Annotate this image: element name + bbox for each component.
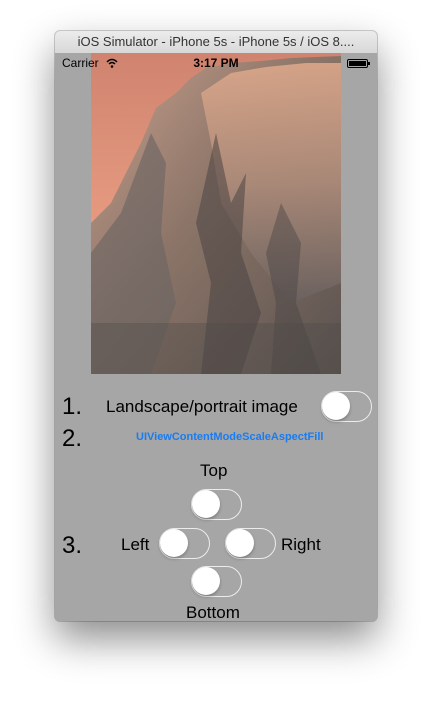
content-mode-link[interactable]: UIViewContentModeScaleAspectFill [136,431,323,443]
top-label: Top [200,461,228,480]
toggle-knob [160,529,188,557]
orientation-toggle[interactable] [321,391,372,422]
mountain-photo [91,53,341,374]
battery-icon [347,59,370,68]
toggle-knob [226,529,254,557]
status-time: 3:17 PM [193,56,239,70]
bottom-label: Bottom [186,603,240,621]
right-label: Right [281,535,321,554]
toggle-knob [192,567,220,595]
step-number-1: 1. [62,393,83,420]
orientation-label: Landscape/portrait image [106,397,298,416]
toggle-knob [322,392,350,420]
step-number-3: 3. [62,532,83,559]
right-toggle[interactable] [225,528,276,559]
left-toggle[interactable] [159,528,210,559]
device-screen: Carrier 3:17 PM 1. Landscape/portrait im… [55,53,377,621]
left-label: Left [121,535,150,554]
window-title: iOS Simulator - iPhone 5s - iPhone 5s / … [55,31,377,54]
bottom-toggle[interactable] [191,566,242,597]
toggle-knob [192,490,220,518]
step-number-2: 2. [62,425,83,452]
top-toggle[interactable] [191,489,242,520]
status-bar: Carrier 3:17 PM [55,53,377,71]
simulator-window: iOS Simulator - iPhone 5s - iPhone 5s / … [55,31,377,621]
